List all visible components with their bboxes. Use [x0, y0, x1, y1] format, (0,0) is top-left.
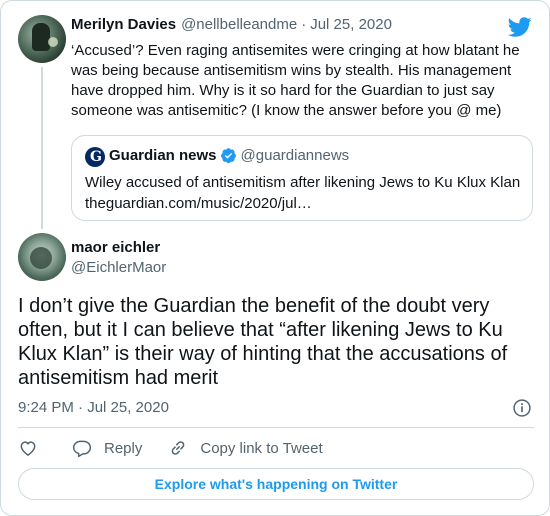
parent-tweet-text: ‘Accused’? Even raging antisemites were …: [71, 42, 520, 119]
quoted-handle: @guardiannews: [240, 147, 350, 164]
main-display-name[interactable]: maor eichler: [71, 239, 160, 256]
parent-handle[interactable]: @nellbelleandme: [181, 16, 297, 33]
separator-dot: ·: [301, 16, 307, 33]
guardian-avatar: G: [85, 147, 105, 167]
main-tweet-text: I don’t give the Guardian the benefit of…: [18, 295, 508, 389]
main-handle[interactable]: @EichlerMaor: [71, 259, 166, 276]
parent-tweet-header: Merilyn Davies @nellbelleandme · Jul 25,…: [71, 16, 392, 33]
tweet-timestamp[interactable]: 9:24 PM · Jul 25, 2020: [18, 399, 169, 416]
tweet-embed-card: Merilyn Davies @nellbelleandme · Jul 25,…: [0, 0, 550, 516]
reply-icon: [72, 440, 92, 458]
avatar-merilyn-davies[interactable]: [18, 15, 66, 63]
parent-date[interactable]: Jul 25, 2020: [310, 16, 392, 33]
copy-link-icon: [172, 441, 185, 455]
quoted-tweet-link[interactable]: theguardian.com/music/2020/jul…: [85, 194, 312, 214]
reply-button[interactable]: Reply: [72, 438, 142, 458]
reply-label: Reply: [104, 439, 143, 457]
copy-link-button[interactable]: Copy link to Tweet: [168, 438, 323, 458]
quoted-tweet[interactable]: G Guardian news @guardiannews Wiley accu…: [71, 135, 533, 221]
quoted-display-name: Guardian news: [109, 147, 217, 164]
quoted-tweet-text: Wiley accused of antisemitism after like…: [85, 174, 521, 191]
twitter-bird-icon[interactable]: [508, 15, 532, 39]
copy-link-label: Copy link to Tweet: [200, 439, 323, 457]
divider: [18, 427, 534, 428]
avatar-maor-eichler[interactable]: [18, 233, 66, 281]
action-bar: Reply Copy link to Tweet: [18, 437, 323, 459]
like-button[interactable]: [18, 438, 38, 458]
heart-icon: [20, 441, 36, 456]
verified-badge-icon: [220, 148, 236, 164]
explore-twitter-button[interactable]: Explore what's happening on Twitter: [18, 468, 534, 500]
info-icon[interactable]: [512, 398, 532, 418]
thread-connector: [41, 67, 43, 229]
parent-display-name[interactable]: Merilyn Davies: [71, 16, 176, 33]
quoted-tweet-header: Guardian news @guardiannews: [109, 147, 349, 164]
